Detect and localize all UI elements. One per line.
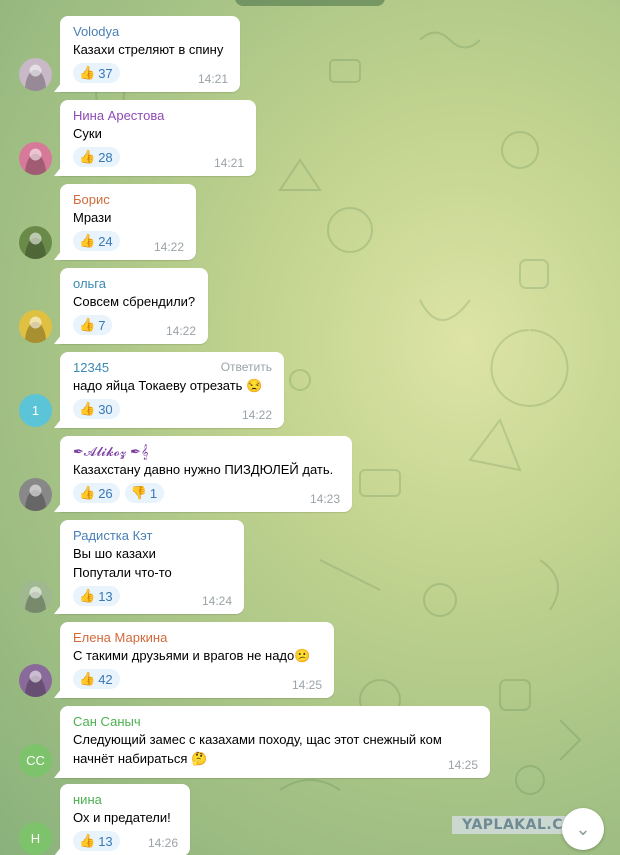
reaction-count: 28 xyxy=(98,149,113,165)
reaction-count: 24 xyxy=(98,233,113,249)
sender-name[interactable]: нина xyxy=(73,791,178,808)
avatar-initials: Н xyxy=(30,831,41,846)
scroll-down-button[interactable]: ⌄ xyxy=(562,808,604,850)
message-text: надо яйца Токаеву отрезать 😒 xyxy=(73,378,263,393)
reply-button[interactable]: Ответить xyxy=(221,360,272,374)
message-time: 14:25 xyxy=(447,758,478,772)
message-bubble[interactable]: Сан Саныч Следующий замес с казахами похо… xyxy=(60,706,490,778)
reaction-count: 37 xyxy=(98,65,113,81)
message-text: начнёт набираться 🤔 xyxy=(73,751,208,766)
avatar[interactable] xyxy=(19,478,52,511)
message-bubble[interactable]: 12345 Ответить надо яйца Токаеву отрезать … xyxy=(60,352,284,428)
message-text: Суки xyxy=(73,126,102,141)
avatar[interactable] xyxy=(19,58,52,91)
message-time: 14:26 xyxy=(147,836,178,850)
message-bubble[interactable]: ольга Совсем сбрендили? 👍 7 14:22 xyxy=(60,268,208,344)
sender-name[interactable]: Volodya xyxy=(73,23,228,40)
avatar[interactable]: СС xyxy=(19,744,52,777)
avatar[interactable] xyxy=(19,142,52,175)
reaction-thumbs-up[interactable]: 👍 26 xyxy=(73,483,120,503)
thumbs-up-icon: 👍 xyxy=(79,671,96,686)
message-text: Попутали что-то xyxy=(73,565,172,580)
avatar-photo xyxy=(19,580,52,613)
message-text: Казахстану давно нужно ПИЗДЮЛЕЙ дать. xyxy=(73,462,334,477)
sender-name[interactable]: Сан Саныч xyxy=(73,713,478,730)
avatar[interactable] xyxy=(19,310,52,343)
avatar-photo xyxy=(19,142,52,175)
avatar-photo xyxy=(19,58,52,91)
message-bubble[interactable]: ✒𝓐𝓵𝓲𝓴𝓸𝔃 ✒𝄞 Казахстану давно нужно ПИЗДЮЛЕ… xyxy=(60,436,352,512)
thumbs-up-icon: 👍 xyxy=(79,401,96,416)
sender-name[interactable]: ✒𝓐𝓵𝓲𝓴𝓸𝔃 ✒𝄞 xyxy=(73,443,340,460)
message-time: 14:24 xyxy=(201,594,232,608)
message-bubble[interactable]: Volodya Казахи стреляют в спину 👍 37 14:21 xyxy=(60,16,240,92)
reaction-count: 30 xyxy=(98,401,113,417)
reactions-row: 👍 26 👎 1 xyxy=(73,483,340,503)
reaction-thumbs-up[interactable]: 👍 30 xyxy=(73,399,120,419)
thumbs-up-icon: 👍 xyxy=(79,833,96,848)
thumbs-up-icon: 👍 xyxy=(79,149,96,164)
sender-name[interactable]: Елена Маркина xyxy=(73,629,322,646)
message-text: Казахи стреляют в спину xyxy=(73,42,224,57)
message-time: 14:23 xyxy=(309,492,340,506)
reaction-thumbs-up[interactable]: 👍 42 xyxy=(73,669,120,689)
thumbs-up-icon: 👍 xyxy=(79,588,96,603)
message-text: Следующий замес с казахами походу, щас э… xyxy=(73,732,442,747)
message-text: Вы шо казахи xyxy=(73,546,156,561)
date-pill xyxy=(235,0,385,6)
avatar[interactable]: Н xyxy=(19,822,52,855)
avatar-initials: СС xyxy=(26,753,45,768)
message-text: Совсем сбрендили? xyxy=(73,294,196,309)
reaction-count: 13 xyxy=(98,833,113,849)
message-text: С такими друзьями и врагов не надо😕 xyxy=(73,648,311,663)
avatar-photo xyxy=(19,310,52,343)
reaction-thumbs-up[interactable]: 👍 28 xyxy=(73,147,120,167)
reaction-thumbs-up[interactable]: 👍 7 xyxy=(73,315,113,335)
thumbs-up-icon: 👍 xyxy=(79,233,96,248)
message-bubble[interactable]: Радистка Кэт Вы шо казахи Попутали что-то 👍… xyxy=(60,520,244,614)
thumbs-up-icon: 👍 xyxy=(79,65,96,80)
message-time: 14:21 xyxy=(197,72,228,86)
reaction-thumbs-up[interactable]: 👍 13 xyxy=(73,586,120,606)
chevron-down-icon: ⌄ xyxy=(575,818,591,839)
reactions-row: 👍 42 xyxy=(73,669,322,689)
message-text: Ох и предатели! xyxy=(73,810,171,825)
avatar-photo xyxy=(19,478,52,511)
message-bubble[interactable]: Елена Маркина С такими друзьями и врагов … xyxy=(60,622,334,698)
reaction-count: 13 xyxy=(98,588,113,604)
avatar[interactable] xyxy=(19,664,52,697)
avatar[interactable] xyxy=(19,226,52,259)
message-bubble[interactable]: Нина Арестова Суки 👍 28 14:21 xyxy=(60,100,256,176)
reaction-count: 1 xyxy=(149,485,158,501)
reaction-thumbs-up[interactable]: 👍 13 xyxy=(73,831,120,851)
message-bubble[interactable]: Борис Мрази 👍 24 14:22 xyxy=(60,184,196,260)
avatar[interactable] xyxy=(19,580,52,613)
avatar-photo xyxy=(19,664,52,697)
reaction-count: 7 xyxy=(98,317,106,333)
message-time: 14:22 xyxy=(241,408,272,422)
avatar-photo xyxy=(19,226,52,259)
message-time: 14:22 xyxy=(153,240,184,254)
avatar[interactable]: 1 xyxy=(19,394,52,427)
sender-name[interactable]: Радистка Кэт xyxy=(73,527,232,544)
message-bubble[interactable]: нина Ох и предатели! 👍 13 14:26 xyxy=(60,784,190,855)
reaction-count: 42 xyxy=(98,671,113,687)
reaction-thumbs-down[interactable]: 👎 1 xyxy=(124,483,165,503)
avatar-initials: 1 xyxy=(31,403,40,418)
reaction-thumbs-up[interactable]: 👍 24 xyxy=(73,231,120,251)
thumbs-up-icon: 👍 xyxy=(79,485,96,500)
thumbs-down-icon: 👎 xyxy=(130,485,147,500)
message-time: 14:22 xyxy=(165,324,196,338)
reaction-count: 26 xyxy=(98,485,113,501)
message-text: Мрази xyxy=(73,210,112,225)
reaction-thumbs-up[interactable]: 👍 37 xyxy=(73,63,120,83)
sender-name[interactable]: ольга xyxy=(73,275,196,292)
sender-name[interactable]: Борис xyxy=(73,191,184,208)
message-time: 14:25 xyxy=(291,678,322,692)
thumbs-up-icon: 👍 xyxy=(79,317,96,332)
sender-name[interactable]: Нина Арестова xyxy=(73,107,244,124)
message-time: 14:21 xyxy=(213,156,244,170)
